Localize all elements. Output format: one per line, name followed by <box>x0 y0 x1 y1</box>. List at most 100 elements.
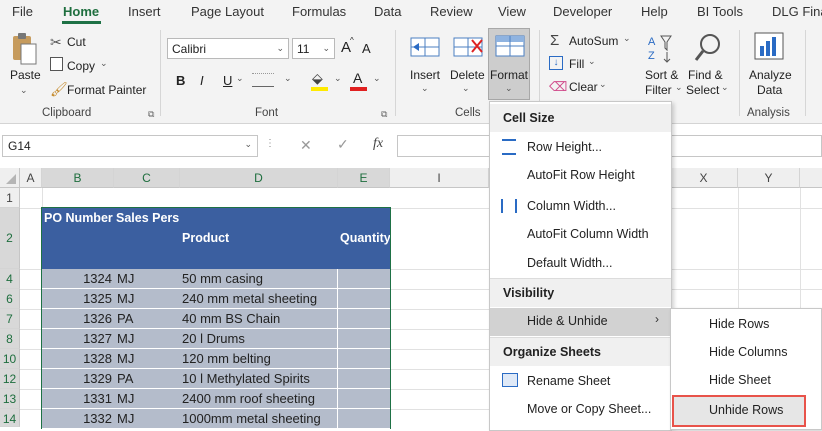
row-header-6[interactable]: 6 <box>0 289 20 309</box>
row-header-10[interactable]: 10 <box>0 349 20 369</box>
delete-button[interactable]: Delete <box>450 68 485 82</box>
tab-file[interactable]: File <box>12 4 33 19</box>
tab-help[interactable]: Help <box>641 4 668 19</box>
fill-color-icon[interactable]: ⬙ <box>312 70 323 87</box>
font-name-value: Calibri <box>172 42 207 56</box>
tab-data[interactable]: Data <box>374 4 401 19</box>
analyze-data-icon[interactable] <box>754 32 786 65</box>
font-name-select[interactable]: Calibri ⌄ <box>167 38 289 59</box>
column-header-y[interactable]: Y <box>738 168 800 188</box>
sort-filter-label-2[interactable]: Filter <box>645 83 672 97</box>
fill-down-icon[interactable]: ↓ <box>549 56 563 70</box>
row-header-7[interactable]: 7 <box>0 309 20 329</box>
chevron-down-icon[interactable]: ⌄ <box>100 58 108 69</box>
enter-icon[interactable]: ✓ <box>337 136 349 153</box>
paste-button[interactable]: Paste <box>10 68 41 82</box>
chevron-down-icon[interactable]: ⌄ <box>462 83 470 94</box>
scissors-icon[interactable]: ✂ <box>50 34 62 51</box>
chevron-down-icon[interactable]: ⌄ <box>421 83 429 94</box>
chevron-down-icon[interactable]: ⌄ <box>373 73 381 84</box>
cut-button[interactable]: Cut <box>67 35 86 49</box>
sort-filter-label-1[interactable]: Sort & <box>645 68 678 82</box>
submenu-item-hide-rows[interactable]: Hide Rows <box>709 317 769 331</box>
find-select-label-1[interactable]: Find & <box>688 68 723 82</box>
dialog-launcher-icon[interactable]: ⧉ <box>381 109 387 120</box>
submenu-item-hide-sheet[interactable]: Hide Sheet <box>709 373 771 387</box>
submenu-item-hide-columns[interactable]: Hide Columns <box>709 345 788 359</box>
chevron-down-icon[interactable]: ⌄ <box>599 79 607 90</box>
chevron-down-icon[interactable]: ⌄ <box>588 56 596 67</box>
menu-item-autofit-row-height[interactable]: AutoFit Row Height <box>527 168 635 182</box>
menu-item-autofit-column-width[interactable]: AutoFit Column Width <box>527 227 649 241</box>
underline-button[interactable]: U <box>223 73 232 88</box>
italic-button[interactable]: I <box>200 73 204 88</box>
copy-icon[interactable] <box>50 57 63 71</box>
chevron-down-icon[interactable]: ⌄ <box>20 85 28 96</box>
tab-bi-tools[interactable]: BI Tools <box>697 4 743 19</box>
menu-item-row-height[interactable]: Row Height... <box>527 140 602 154</box>
format-painter-icon[interactable]: 🖌 <box>50 81 68 98</box>
row-header-13[interactable]: 13 <box>0 389 20 409</box>
column-header-e[interactable]: E <box>338 168 390 188</box>
dialog-launcher-icon[interactable]: ⧉ <box>148 109 154 120</box>
chevron-down-icon[interactable]: ⌄ <box>236 73 244 84</box>
select-all-corner[interactable] <box>0 168 20 188</box>
rename-sheet-icon <box>502 373 518 387</box>
font-color-button[interactable]: A <box>353 70 362 86</box>
menu-item-default-width[interactable]: Default Width... <box>527 256 612 270</box>
chevron-down-icon[interactable]: ⌄ <box>623 33 631 44</box>
cancel-icon[interactable]: ✕ <box>300 137 312 154</box>
name-box[interactable]: G14 ⌄ <box>2 135 258 157</box>
menu-item-column-width[interactable]: Column Width... <box>527 199 616 213</box>
magnifier-icon[interactable] <box>694 32 722 67</box>
insert-cells-icon[interactable] <box>409 34 441 63</box>
column-header-next[interactable] <box>800 168 822 188</box>
chevron-down-icon[interactable]: ⌄ <box>334 73 342 84</box>
menu-item-rename-sheet[interactable]: Rename Sheet <box>527 374 610 388</box>
chevron-right-icon: › <box>655 312 659 326</box>
chevron-down-icon[interactable]: ⌄ <box>675 82 683 93</box>
row-header-4[interactable]: 4 <box>0 269 20 289</box>
tab-review[interactable]: Review <box>430 4 473 19</box>
paste-icon[interactable] <box>10 32 38 66</box>
column-header-c[interactable]: C <box>114 168 180 188</box>
menu-item-move-copy-sheet[interactable]: Move or Copy Sheet... <box>527 402 651 416</box>
insert-function-button[interactable]: fx <box>373 136 383 152</box>
borders-icon[interactable] <box>252 73 274 87</box>
column-header-i[interactable]: I <box>390 168 489 188</box>
tab-insert[interactable]: Insert <box>128 4 161 19</box>
row-header-2[interactable]: 2 <box>0 208 20 269</box>
clear-button[interactable]: Clear <box>569 80 598 94</box>
sort-filter-icon[interactable]: AZ <box>647 32 677 69</box>
column-header-a[interactable]: A <box>20 168 42 188</box>
font-size-select[interactable]: 11 ⌄ <box>292 38 335 59</box>
chevron-down-icon[interactable]: ⌄ <box>721 82 729 93</box>
bold-button[interactable]: B <box>176 73 185 88</box>
tab-formulas[interactable]: Formulas <box>292 4 346 19</box>
tab-dlg-finance[interactable]: DLG Fina <box>772 4 822 19</box>
analyze-data-label-1[interactable]: Analyze <box>749 68 792 82</box>
column-header-b[interactable]: B <box>42 168 114 188</box>
row-header-8[interactable]: 8 <box>0 329 20 349</box>
analyze-data-label-2[interactable]: Data <box>757 83 782 97</box>
row-header-14[interactable]: 14 <box>0 409 20 427</box>
tab-view[interactable]: View <box>498 4 526 19</box>
autosum-button[interactable]: AutoSum <box>569 34 618 48</box>
find-select-label-2[interactable]: Select <box>686 83 719 97</box>
row-header-12[interactable]: 12 <box>0 369 20 389</box>
chevron-down-icon[interactable]: ⌄ <box>284 73 292 84</box>
tab-home[interactable]: Home <box>63 4 99 19</box>
delete-cells-icon[interactable] <box>452 34 484 63</box>
shrink-font-button[interactable]: A <box>362 41 371 56</box>
copy-button[interactable]: Copy <box>67 59 95 73</box>
tab-developer[interactable]: Developer <box>553 4 612 19</box>
fill-button[interactable]: Fill <box>569 57 584 71</box>
format-painter-button[interactable]: Format Painter <box>67 83 146 97</box>
tab-page-layout[interactable]: Page Layout <box>191 4 264 19</box>
row-header-1[interactable]: 1 <box>0 188 20 208</box>
column-header-x[interactable]: X <box>670 168 738 188</box>
column-header-d[interactable]: D <box>180 168 338 188</box>
insert-button[interactable]: Insert <box>410 68 440 82</box>
eraser-icon[interactable]: ⌫ <box>549 79 567 95</box>
autosum-icon[interactable]: Σ <box>550 32 559 49</box>
